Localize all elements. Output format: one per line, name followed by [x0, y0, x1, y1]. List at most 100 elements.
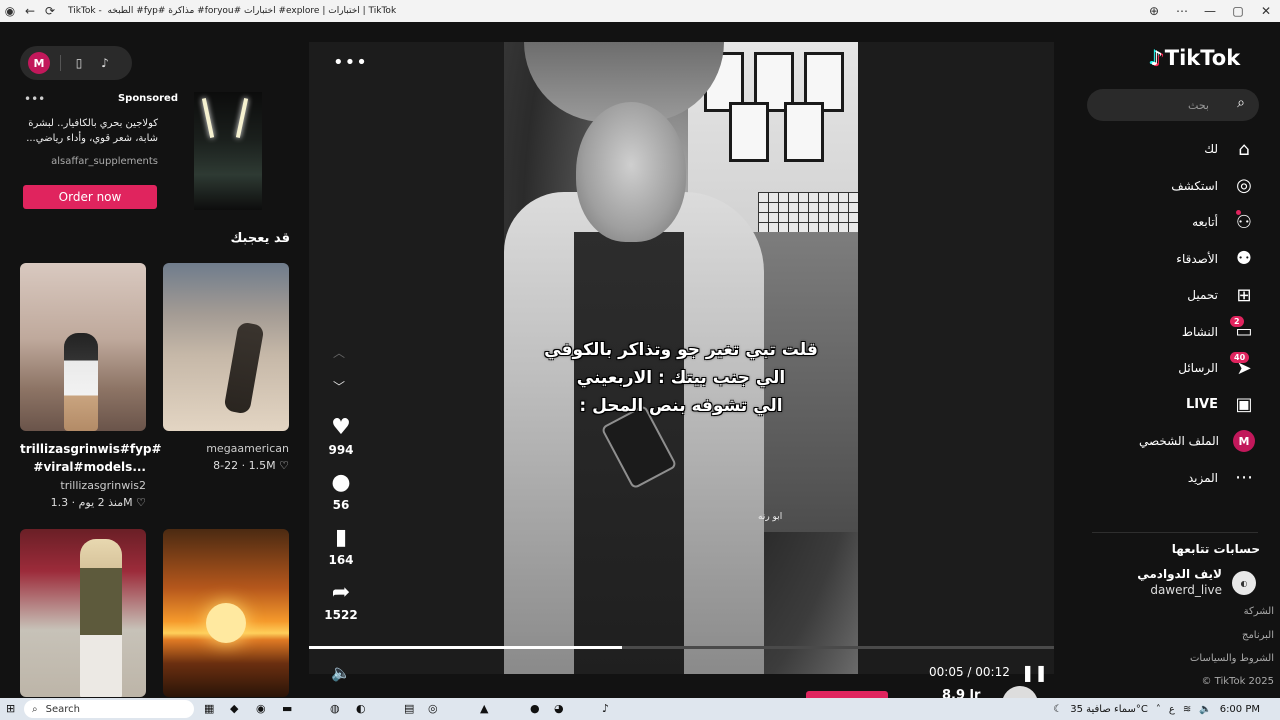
search-icon[interactable]: ⌕	[1237, 95, 1245, 111]
share-icon: ➦	[331, 580, 351, 605]
folder-icon[interactable]: ▬	[282, 702, 292, 715]
footer-link-terms[interactable]: الشروط والسياسات	[1110, 653, 1274, 664]
clock[interactable]: 6:00 PM	[1220, 704, 1260, 715]
video-thumbnail[interactable]	[163, 529, 289, 697]
video-thumbnail[interactable]	[163, 263, 289, 431]
browser-icon[interactable]: ◉	[256, 702, 266, 715]
app-icon[interactable]: ▤	[404, 702, 414, 715]
video-player: ••• قلت تبي تغير جو وتذاكر بالكوفي الي ج…	[309, 42, 1054, 682]
activity-badge: 2	[1230, 315, 1244, 327]
sidebar-item-label: تحميل	[1187, 288, 1218, 303]
upload-icon: ⊞	[1236, 284, 1252, 306]
mobile-icon[interactable]: ▯	[71, 56, 87, 70]
menu-icon[interactable]: ⋯	[1168, 4, 1196, 18]
refresh-icon[interactable]: ⟳	[40, 4, 60, 18]
card-handle[interactable]: trillizasgrinwis2	[20, 479, 146, 492]
share-button[interactable]: ➦ 1522	[323, 579, 359, 622]
sidebar-item-label: المزيد	[1187, 470, 1218, 485]
sidebar-nav: لك ⌂ استكشف ◎ أتابعه ⚇ الأصدقاء ⚉ تحميل …	[1090, 131, 1260, 496]
live-icon: ▣	[1235, 394, 1253, 416]
sidebar-item-upload[interactable]: تحميل ⊞	[1090, 277, 1260, 314]
video-thumbnail[interactable]	[20, 263, 146, 431]
bookmark-icon: ▮	[334, 525, 348, 550]
save-button[interactable]: ▮ 164	[323, 524, 359, 567]
sidebar-item-activity[interactable]: النشاط 2 ▭	[1090, 314, 1260, 351]
ad-handle[interactable]: alsaffar_supplements	[20, 156, 158, 167]
zoom-icon[interactable]: ⊕	[1140, 4, 1168, 18]
language-indicator[interactable]: ع	[1169, 704, 1175, 715]
next-video-avatar[interactable]	[1002, 686, 1038, 698]
start-icon[interactable]: ⊞	[6, 702, 15, 715]
chevron-up-icon[interactable]: ˄	[1156, 704, 1161, 715]
sidebar-item-friends[interactable]: الأصدقاء ⚉	[1090, 241, 1260, 278]
footer-link-company[interactable]: الشركة	[1110, 606, 1274, 617]
sidebar-item-explore[interactable]: استكشف ◎	[1090, 168, 1260, 205]
friends-icon: ⚉	[1235, 248, 1253, 270]
steam-icon[interactable]: ◎	[428, 702, 438, 715]
search-input[interactable]	[1099, 96, 1209, 114]
system-tray: ☾ سماء صافية 35°C ˄ ع ≋ 🔈 6:00 PM	[1053, 698, 1260, 720]
sponsored-label: Sponsored	[117, 93, 178, 104]
followed-account[interactable]: ◐ لايف الدوادمي dawerd_live	[1090, 567, 1260, 603]
account-handle: dawerd_live	[1150, 583, 1222, 597]
back-arrow-icon[interactable]: ←	[20, 4, 40, 18]
like-button[interactable]: ♥ 994	[323, 414, 359, 457]
weather-text[interactable]: سماء صافية 35°C	[1070, 704, 1148, 715]
video-frame[interactable]: قلت تبي تغير جو وتذاكر بالكوفي الي جنب ب…	[504, 42, 858, 674]
sidebar-item-profile[interactable]: الملف الشخصي M	[1090, 423, 1260, 460]
order-now-button[interactable]: Order now	[23, 185, 157, 209]
app-icon[interactable]: ◐	[356, 702, 366, 715]
task-view-icon[interactable]: ▦	[204, 702, 214, 715]
app-icon[interactable]: ●	[530, 702, 540, 715]
app-icon[interactable]: ◆	[230, 702, 238, 715]
close-button[interactable]: ✕	[1252, 4, 1280, 18]
tiktok-logo[interactable]: ♪ TikTok	[1150, 46, 1240, 70]
video-thumbnail[interactable]	[20, 529, 146, 697]
comment-button[interactable]: ● 56	[323, 469, 359, 512]
footer-link-program[interactable]: البرنامج	[1110, 630, 1274, 641]
sidebar-item-label: النشاط	[1181, 324, 1218, 339]
pause-icon[interactable]: ❚❚	[1021, 663, 1048, 682]
taskbar-search-label: Search	[45, 703, 80, 715]
chrome-icon[interactable]: ◍	[330, 702, 340, 715]
tiktok-icon[interactable]: ♪	[97, 56, 113, 70]
next-video-button[interactable]	[806, 691, 888, 698]
video-caption: قلت تبي تغير جو وتذاكر بالكوفي الي جنب ب…	[504, 336, 858, 420]
sidebar-item-for-you[interactable]: لك ⌂	[1090, 131, 1260, 168]
card-title[interactable]: trillizasgrinwis#fyp# #viral#models...	[20, 440, 162, 476]
progress-fill	[309, 646, 622, 649]
avatar[interactable]: M	[28, 52, 50, 74]
volume-icon[interactable]: 🔈	[1199, 704, 1211, 715]
chevron-down-icon[interactable]: ﹀	[333, 378, 345, 395]
volume-icon[interactable]: 🔈	[331, 663, 351, 682]
os-taskbar: ⊞ ⌕ Search ▦ ◆ ◉ ▬ ◍ ◐ ▤ ◎ ▲ ● ◕ ♪ ☾ سما…	[0, 698, 1280, 720]
sidebar-item-live[interactable]: LIVE ▣	[1090, 387, 1260, 424]
chevron-up-icon[interactable]: ︿	[333, 344, 345, 361]
taskbar-search[interactable]: ⌕ Search	[24, 700, 194, 718]
minimize-button[interactable]: —	[1196, 4, 1224, 18]
progress-bar[interactable]	[309, 646, 1054, 649]
search-box[interactable]: ⌕	[1087, 89, 1259, 121]
wifi-icon[interactable]: ≋	[1183, 704, 1191, 715]
player-more-icon[interactable]: •••	[333, 52, 368, 73]
sidebar-item-more[interactable]: المزيد ⋯	[1090, 460, 1260, 497]
time-display: 00:05 / 00:12	[929, 665, 1010, 679]
weather-icon: ☾	[1053, 703, 1063, 715]
maximize-button[interactable]: ▢	[1224, 4, 1252, 18]
sidebar-item-messages[interactable]: الرسائل 40 ➤	[1090, 350, 1260, 387]
card-date: منذ 2 يوم	[78, 496, 124, 509]
caption-line: قلت تبي تغير جو وتذاكر بالكوفي	[544, 340, 818, 360]
tiktok-page: M ▯ ♪ ••• Sponsored كولاجين بحري بالكافي…	[0, 22, 1280, 698]
tiktok-note-icon: ♪	[1150, 46, 1163, 70]
comment-icon: ●	[331, 470, 351, 495]
discord-icon[interactable]: ◕	[554, 702, 564, 715]
card-handle[interactable]: megaamerican	[163, 442, 289, 455]
divider	[60, 55, 61, 71]
like-count: 994	[328, 443, 354, 457]
sidebar-item-following[interactable]: أتابعه ⚇	[1090, 204, 1260, 241]
tiktok-icon[interactable]: ♪	[602, 702, 609, 715]
app-icon[interactable]: ▲	[480, 702, 488, 715]
caption-line: الي تشوفه بنص المحل :	[579, 396, 783, 416]
ad-image[interactable]	[194, 92, 262, 210]
divider	[1092, 532, 1258, 533]
